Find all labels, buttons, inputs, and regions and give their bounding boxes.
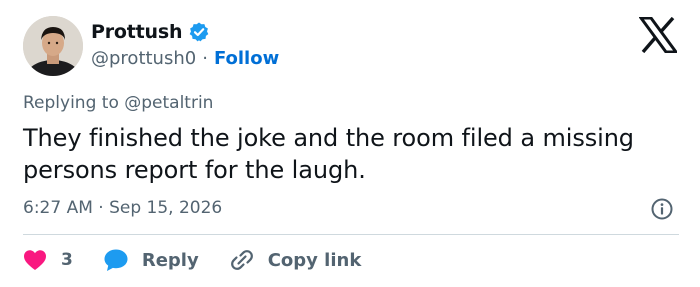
copy-link-label: Copy link: [267, 249, 362, 271]
copy-link-button[interactable]: Copy link: [229, 247, 362, 273]
follow-button[interactable]: Follow: [214, 48, 279, 69]
avatar-image: [23, 16, 83, 76]
separator-dot: ·: [202, 48, 208, 69]
divider: [23, 234, 679, 235]
speech-bubble-icon: [104, 249, 128, 271]
replying-to-text: Replying to @petaltrin: [23, 93, 214, 113]
author-name-row: Prottush: [91, 21, 210, 43]
info-icon[interactable]: [650, 197, 674, 221]
like-count: 3: [61, 250, 73, 270]
tweet-text: They finished the joke and the room file…: [23, 124, 634, 184]
author-handle[interactable]: @prottush0: [91, 48, 196, 69]
like-button[interactable]: 3: [23, 249, 73, 271]
author-handle-row: @prottush0 · Follow: [91, 48, 279, 69]
reply-button[interactable]: Reply: [103, 248, 199, 272]
author-display-name[interactable]: Prottush: [91, 21, 182, 43]
heart-icon: [24, 250, 46, 270]
tweet-timestamp[interactable]: 6:27 AM · Sep 15, 2026: [23, 198, 222, 218]
action-bar: 3 Reply Copy link: [23, 246, 361, 274]
verified-badge-icon: [189, 22, 209, 42]
link-icon: [230, 250, 253, 270]
reply-label: Reply: [141, 249, 199, 271]
x-logo-icon[interactable]: [639, 17, 677, 53]
avatar[interactable]: [23, 16, 83, 76]
